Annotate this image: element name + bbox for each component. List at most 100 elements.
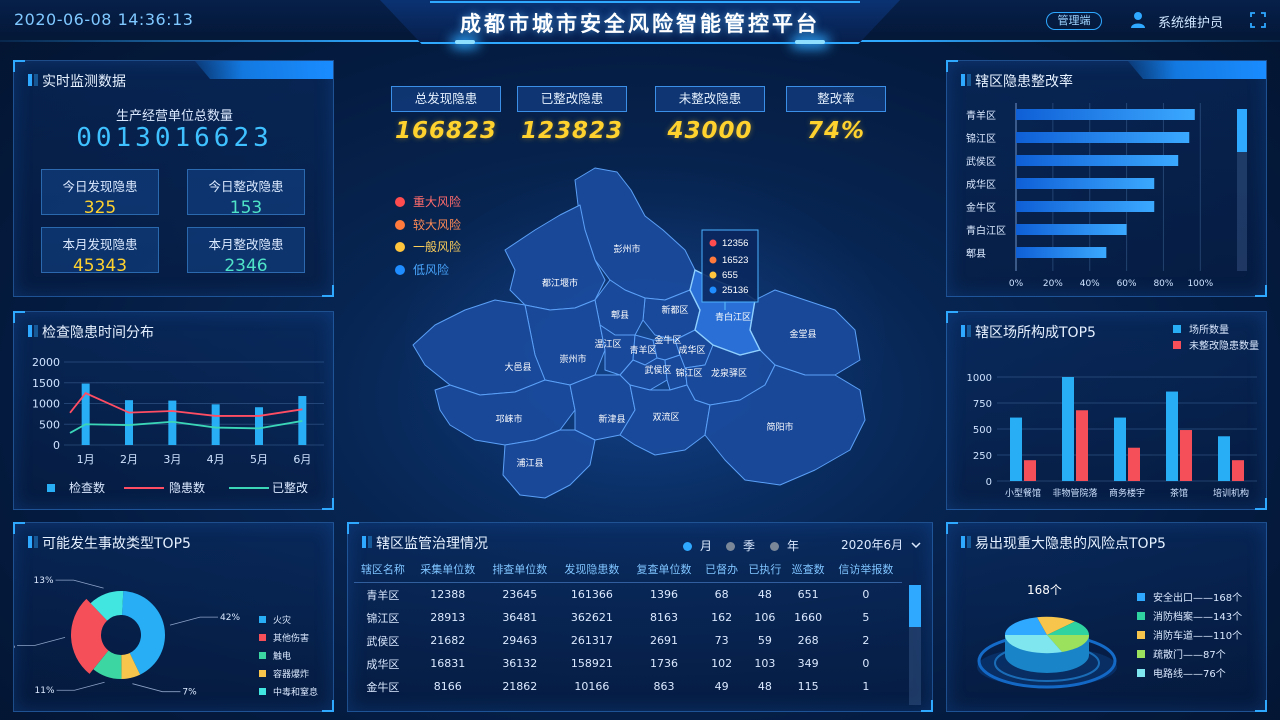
legend-swatch <box>259 688 266 695</box>
bar-inspection[interactable] <box>211 404 220 445</box>
top-kpi-label: 总发现隐患 <box>391 86 501 112</box>
table-cell: 106 <box>754 611 776 624</box>
period-quarter[interactable]: 季 <box>726 537 755 554</box>
map-label: 大邑县 <box>504 361 531 372</box>
bar-unfixed[interactable] <box>1076 410 1088 481</box>
col-header: 巡查数 <box>791 563 825 576</box>
chevron-down-icon <box>911 542 921 549</box>
user-name[interactable]: 系统维护员 <box>1158 12 1223 31</box>
bar-venue-count[interactable] <box>1010 417 1022 481</box>
map-label: 武侯区 <box>644 364 671 375</box>
risk-legend-item[interactable]: 电路线——76个 <box>1137 665 1226 680</box>
time-dist-chart: 0 500 1000 1500 2000 1月 2月 3月 4月 5月 6月检查数 隐患数 已整改 <box>32 356 324 495</box>
bar-venue-count[interactable] <box>1062 377 1074 481</box>
bar-inspection[interactable] <box>255 407 263 445</box>
period-label: 季 <box>743 539 756 553</box>
legend-label[interactable]: 中毒和窒息 <box>273 686 318 698</box>
legend-swatch <box>1137 650 1145 658</box>
rate-bar[interactable] <box>1016 247 1107 258</box>
map-label: 成华区 <box>678 344 705 355</box>
legend-label[interactable]: 容器爆炸 <box>273 668 309 680</box>
table-row[interactable]: 武侯区 21682 29463 261317 2691 73 59 268 2 <box>354 629 902 652</box>
col-header: 已督办 <box>705 563 739 576</box>
table-row[interactable]: 青羊区 12388 23645 161366 1396 68 48 651 0 <box>354 583 902 606</box>
table-scrollbar-track[interactable] <box>909 585 921 705</box>
table-cell: 362621 <box>570 611 613 624</box>
risk-legend-item[interactable]: 安全出口——168个 <box>1137 589 1242 604</box>
y-tick-label: 1000 <box>32 398 60 411</box>
legend-label: 未整改隐患数量 <box>1189 339 1259 352</box>
chengdu-map: 彭州市 都江堰市 郫县 新都区 青白江区 金堂县 温江区 青羊区 金牛区 成华区… <box>405 167 885 510</box>
risk-legend-item[interactable]: 消防车道——110个 <box>1137 627 1242 642</box>
fullscreen-icon[interactable] <box>1250 12 1266 28</box>
kpi-label: 今日发现隐患 <box>62 179 138 194</box>
rate-bar[interactable] <box>1016 201 1155 212</box>
period-label: 年 <box>787 539 800 553</box>
scrollbar-thumb[interactable] <box>1237 109 1247 152</box>
top-kpi-value: 123823 <box>520 118 624 144</box>
legend-label[interactable]: 触电 <box>273 650 291 662</box>
month-select[interactable]: 2020年6月 <box>841 536 921 553</box>
risk-points-panel: 易出现重大隐患的风险点TOP5 168个 安全出口——168个 消防档案——143… <box>946 522 1267 712</box>
bar-unfixed[interactable] <box>1128 447 1140 481</box>
period-month[interactable]: 月 <box>683 537 712 554</box>
title-glow <box>795 40 825 44</box>
y-tick-label: 0 <box>986 477 992 488</box>
table-row[interactable]: 金牛区 8166 21862 10166 863 49 48 115 1 <box>354 675 902 698</box>
tooltip-value: 25136 <box>722 285 748 296</box>
line-hazards[interactable] <box>69 392 303 417</box>
table-cell: 161366 <box>570 588 613 601</box>
risk-legend-item[interactable]: 消防档案——143个 <box>1137 608 1242 623</box>
bar-unfixed[interactable] <box>1232 460 1244 481</box>
admin-mode-button[interactable]: 管理端 <box>1046 12 1102 30</box>
table-cell: 103 <box>754 657 776 670</box>
bar-venue-count[interactable] <box>1166 391 1178 481</box>
label-leader <box>17 636 66 646</box>
bar-venue-count[interactable] <box>1218 436 1230 481</box>
legend-label: 消防档案——143个 <box>1153 612 1243 623</box>
map-label: 郫县 <box>611 309 629 320</box>
line-fixed[interactable] <box>69 420 303 434</box>
table-scrollbar-thumb[interactable] <box>909 585 921 627</box>
rate-bar[interactable] <box>1016 178 1155 189</box>
category-label: 成华区 <box>966 178 996 191</box>
table-cell: 349 <box>797 657 819 670</box>
tooltip-value: 12356 <box>722 238 748 249</box>
legend-label[interactable]: 其他伤害 <box>273 632 309 644</box>
radio-icon <box>726 542 735 551</box>
rate-bar[interactable] <box>1016 109 1195 120</box>
legend-swatch <box>1137 669 1145 677</box>
bar-unfixed[interactable] <box>1024 460 1036 481</box>
accident-panel: 可能发生事故类型TOP5 42%7%11%27%13%火灾其他伤害触电容器爆炸中… <box>13 522 334 712</box>
table-cell: 成华区 <box>366 657 400 671</box>
user-icon[interactable] <box>1130 11 1146 29</box>
y-tick-label: 1500 <box>32 377 60 390</box>
rate-bar[interactable] <box>1016 155 1179 166</box>
table-cell: 48 <box>757 680 772 693</box>
legend-label[interactable]: 火灾 <box>273 614 291 626</box>
x-tick-label: 小型餐馆 <box>1005 487 1041 499</box>
col-header: 辖区名称 <box>360 563 405 576</box>
period-year[interactable]: 年 <box>770 537 799 554</box>
rate-bar[interactable] <box>1016 224 1127 235</box>
table-cell: 115 <box>797 680 819 693</box>
map-label: 青白江区 <box>715 311 751 322</box>
table-cell: 5 <box>862 611 870 624</box>
x-tick-label: 培训机构 <box>1213 487 1249 499</box>
total-label: 生产经营单位总数量 <box>115 109 233 124</box>
map-label: 温江区 <box>594 339 621 349</box>
bar-venue-count[interactable] <box>1114 417 1126 481</box>
x-tick-label: 5月 <box>250 453 268 466</box>
bar-inspection[interactable] <box>125 400 133 445</box>
table-row[interactable]: 锦江区 28913 36481 362621 8163 162 106 1660 5 <box>354 606 902 629</box>
x-tick-label: 4月 <box>207 453 225 466</box>
bar-unfixed[interactable] <box>1180 430 1192 481</box>
map-label: 锦江区 <box>675 367 702 378</box>
table-cell: 1736 <box>650 657 678 670</box>
risk-legend-item[interactable]: 疏散门——87个 <box>1137 646 1226 661</box>
table-cell: 武侯区 <box>366 634 400 648</box>
rate-bar[interactable] <box>1016 132 1190 143</box>
table-cell: 651 <box>797 588 819 601</box>
table-cell: 8166 <box>433 680 462 693</box>
table-row[interactable]: 成华区 16831 36132 158921 1736 102 103 349 0 <box>354 652 902 675</box>
